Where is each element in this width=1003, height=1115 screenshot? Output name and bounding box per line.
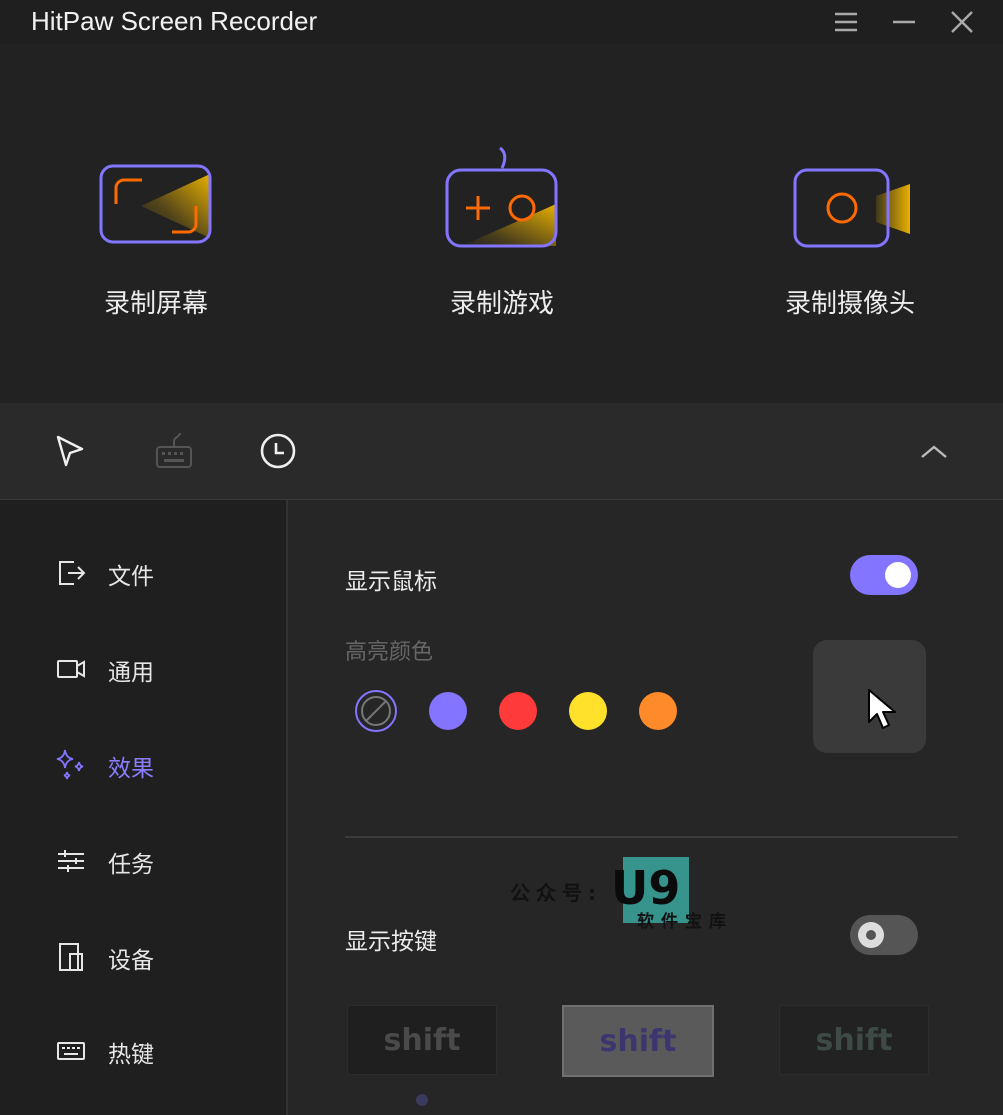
record-game-button[interactable]: 录制游戏 (372, 144, 632, 344)
cursor-icon[interactable] (50, 431, 90, 471)
video-icon (54, 652, 88, 686)
sliders-icon (54, 844, 88, 878)
show-keys-toggle[interactable] (850, 915, 918, 955)
settings-sidebar: 文件 通用 效果 任务 设备 热键 (0, 500, 288, 1115)
screen-record-icon (26, 144, 286, 264)
settings-toolbar (0, 403, 1003, 500)
sidebar-item-tasks[interactable]: 任务 (54, 840, 274, 880)
file-export-icon (54, 556, 88, 590)
show-mouse-toggle[interactable] (850, 555, 918, 595)
key-style-label: shift (383, 1022, 461, 1058)
sidebar-item-hotkeys[interactable]: 热键 (54, 1030, 274, 1070)
show-keys-label: 显示按键 (345, 929, 437, 955)
color-yellow-swatch[interactable] (569, 692, 607, 730)
sidebar-item-label: 通用 (108, 660, 154, 686)
watermark: 公众号: U9 软件宝库 (505, 855, 735, 935)
title-bar: HitPaw Screen Recorder (0, 0, 1003, 44)
gamepad-icon (372, 144, 632, 264)
sidebar-item-label: 设备 (108, 948, 154, 974)
key-style-label: shift (815, 1022, 893, 1058)
color-red-swatch[interactable] (499, 692, 537, 730)
section-divider (345, 836, 958, 838)
show-mouse-label: 显示鼠标 (345, 569, 437, 595)
app-title: HitPaw Screen Recorder (31, 6, 318, 36)
record-screen-button[interactable]: 录制屏幕 (26, 144, 286, 344)
effects-panel: 显示鼠标 高亮颜色 显示按键 shift shift shift (288, 500, 1003, 1115)
sidebar-item-label: 效果 (108, 756, 154, 782)
sidebar-item-effects[interactable]: 效果 (54, 744, 274, 784)
sparkle-icon (54, 748, 88, 782)
sidebar-item-label: 热键 (108, 1042, 154, 1068)
key-style-dark[interactable]: shift (347, 1005, 497, 1075)
toggle-knob (885, 562, 911, 588)
close-icon[interactable] (948, 8, 976, 36)
pointer-icon (868, 689, 896, 729)
highlight-color-label: 高亮颜色 (345, 640, 434, 665)
key-style-gray[interactable]: shift (562, 1005, 714, 1077)
watermark-prefix: 公众号: (510, 881, 602, 905)
record-camera-button[interactable]: 录制摄像头 (720, 144, 980, 344)
device-icon (54, 940, 88, 974)
color-purple-swatch[interactable] (429, 692, 467, 730)
keyboard-icon (54, 1034, 88, 1068)
keyboard-icon[interactable] (154, 431, 194, 471)
key-style-outline[interactable]: shift (779, 1005, 929, 1075)
no-color-icon (361, 696, 391, 726)
cursor-preview (813, 640, 926, 753)
record-game-label: 录制游戏 (449, 289, 554, 319)
watermark-sub: 软件宝库 (637, 912, 733, 932)
chevron-up-icon[interactable] (914, 431, 954, 471)
key-style-label: shift (599, 1023, 677, 1059)
sidebar-item-general[interactable]: 通用 (54, 648, 274, 688)
camera-icon (720, 144, 980, 264)
color-orange-swatch[interactable] (639, 692, 677, 730)
pager-dot[interactable] (416, 1094, 428, 1106)
record-camera-label: 录制摄像头 (784, 289, 915, 319)
minimize-icon[interactable] (890, 8, 918, 36)
record-screen-label: 录制屏幕 (103, 289, 208, 319)
menu-icon[interactable] (832, 8, 860, 36)
sidebar-item-label: 文件 (108, 564, 154, 590)
clock-icon[interactable] (258, 431, 298, 471)
sidebar-item-file[interactable]: 文件 (54, 552, 274, 592)
record-modes-panel: 录制屏幕 录制游戏 录制摄像头 (0, 44, 1003, 403)
sidebar-item-label: 任务 (108, 852, 154, 878)
color-none-swatch[interactable] (355, 690, 397, 732)
toggle-knob (858, 922, 884, 948)
sidebar-item-devices[interactable]: 设备 (54, 936, 274, 976)
